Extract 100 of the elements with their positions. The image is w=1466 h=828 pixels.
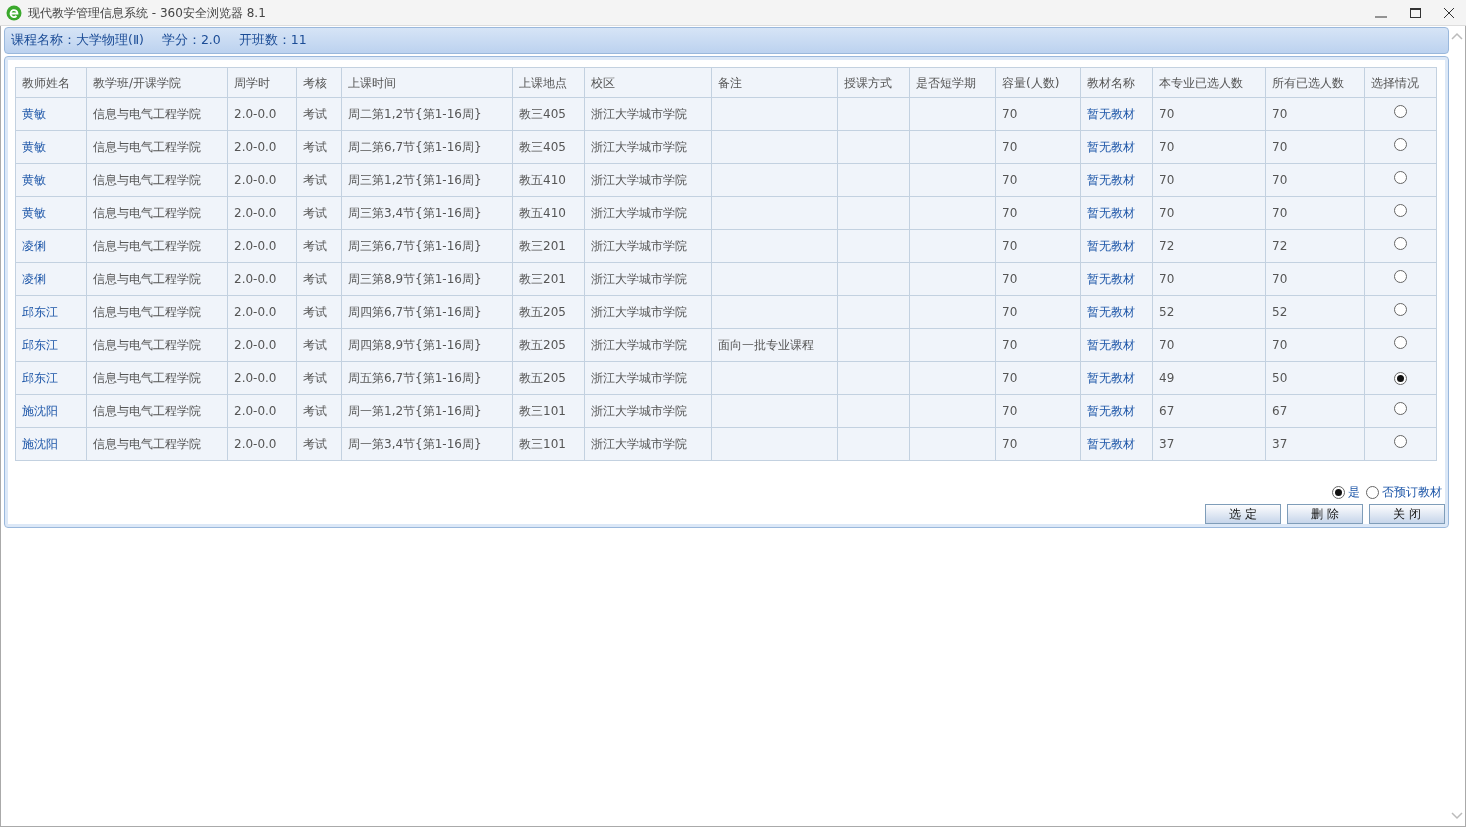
table-cell-text: 67 [1159,404,1175,418]
table-cell-text: 教三405 [519,140,566,154]
radio-button[interactable] [1394,237,1407,250]
table-cell-text: 教三201 [519,272,566,286]
table-cell-text: 周一第1,2节{第1-16周} [348,404,482,418]
column-header: 校区 [584,67,712,98]
table-cell-text: 教三101 [519,437,566,451]
table-cell-text: 教五410 [519,173,566,187]
table-cell-text: 信息与电气工程学院 [93,206,201,220]
action-button[interactable]: 关 闭 [1369,504,1445,524]
table-cell-text: 70 [1159,338,1175,352]
table-cell-text: 信息与电气工程学院 [93,371,201,385]
table-cell-text: 教三101 [519,404,566,418]
table-cell-text: 2.0-0.0 [234,338,277,352]
radio-button[interactable] [1394,204,1407,217]
column-header: 是否短学期 [909,67,996,98]
column-header: 容量(人数) [995,67,1081,98]
radio-button[interactable] [1394,372,1407,385]
action-button[interactable]: 删 除 [1287,504,1363,524]
maximize-icon [1409,6,1421,19]
radio-button[interactable] [1366,485,1379,499]
table-cell-text: 信息与电气工程学院 [93,239,201,253]
table-cell-text: 70 [1159,140,1175,154]
table-cell-text: 浙江大学城市学院 [591,437,687,451]
table-cell-text: 浙江大学城市学院 [591,272,687,286]
radio-button[interactable] [1332,485,1345,499]
column-header: 教师姓名 [15,67,87,98]
teacher-link[interactable]: 凌俐 [22,239,46,253]
radio-button[interactable] [1394,105,1407,118]
table-cell-text: 浙江大学城市学院 [591,239,687,253]
table-cell-text: 70 [1159,206,1175,220]
table-cell-text: 考试 [303,107,327,121]
table-cell-text: 70 [1272,338,1288,352]
table-cell-text: 52 [1272,305,1288,319]
teacher-link[interactable]: 黄敏 [22,173,46,187]
radio-button[interactable] [1394,138,1407,151]
table-cell-text: 70 [1159,173,1175,187]
table-cell-text: 信息与电气工程学院 [93,140,201,154]
table-cell-text: 信息与电气工程学院 [93,338,201,352]
close-icon [1443,6,1455,19]
option-label: 否预订教材 [1382,484,1442,501]
table-cell-text: 70 [1002,239,1018,253]
window-title: 现代教学管理信息系统 - 360安全浏览器 8.1 [28,4,266,22]
column-header: 所有已选人数 [1265,67,1365,98]
radio-button[interactable] [1394,270,1407,283]
teacher-link[interactable]: 凌俐 [22,272,46,286]
table-cell-text: 70 [1159,272,1175,286]
table-cell-text: 70 [1002,404,1018,418]
column-header: 本专业已选人数 [1152,67,1266,98]
course-info-text: 课程名称：大学物理(Ⅱ) [11,31,144,50]
teacher-link[interactable]: 黄敏 [22,107,46,121]
radio-button[interactable] [1394,336,1407,349]
table-cell-text: 考试 [303,239,327,253]
radio-button[interactable] [1394,303,1407,316]
table-cell-text: 70 [1272,272,1288,286]
table-cell-text: 考试 [303,140,327,154]
column-header: 周学时 [227,67,297,98]
table-cell-text: 49 [1159,371,1175,385]
table-cell-text: 70 [1159,107,1175,121]
table-cell-text: 70 [1002,338,1018,352]
table-cell-text: 2.0-0.0 [234,305,277,319]
course-info-text: 学分：2.0 [161,31,221,50]
table-cell-text: 考试 [303,173,327,187]
radio-button[interactable] [1394,402,1407,415]
browser-logo-icon [6,4,22,21]
teacher-link[interactable]: 黄敏 [22,206,46,220]
table-cell-text: 70 [1272,206,1288,220]
table-cell-text: 2.0-0.0 [234,239,277,253]
table-cell-text: 考试 [303,206,327,220]
column-header: 教材名称 [1080,67,1153,98]
table-cell-text: 70 [1002,206,1018,220]
table-cell-text: 2.0-0.0 [234,404,277,418]
table-cell-text: 教五205 [519,305,566,319]
table-cell-text: 2.0-0.0 [234,371,277,385]
table-cell-text: 周二第1,2节{第1-16周} [348,107,482,121]
table-cell-text: 信息与电气工程学院 [93,404,201,418]
column-header: 授课方式 [837,67,910,98]
table-cell-text: 教五410 [519,206,566,220]
teacher-link[interactable]: 黄敏 [22,140,46,154]
table-cell-text: 70 [1002,437,1018,451]
table-cell-text: 周四第6,7节{第1-16周} [348,305,482,319]
table-cell-text: 70 [1002,140,1018,154]
table-cell-text: 浙江大学城市学院 [591,305,687,319]
table-cell-text: 信息与电气工程学院 [93,437,201,451]
table-cell-text: 考试 [303,437,327,451]
table-cell-text: 周三第3,4节{第1-16周} [348,206,482,220]
action-button[interactable]: 选 定 [1205,504,1281,524]
table-cell-text: 面向一批专业课程 [718,338,814,352]
column-header: 上课时间 [341,67,513,98]
table-cell-text: 72 [1159,239,1175,253]
table-cell-text: 2.0-0.0 [234,173,277,187]
radio-button[interactable] [1394,435,1407,448]
table-cell-text: 考试 [303,272,327,286]
table-cell-text: 周二第6,7节{第1-16周} [348,140,482,154]
table-cell-text: 浙江大学城市学院 [591,206,687,220]
radio-button[interactable] [1394,171,1407,184]
table-cell-text: 教三405 [519,107,566,121]
table-cell-text: 浙江大学城市学院 [591,107,687,121]
table-cell-text: 2.0-0.0 [234,272,277,286]
table-cell-text: 浙江大学城市学院 [591,404,687,418]
